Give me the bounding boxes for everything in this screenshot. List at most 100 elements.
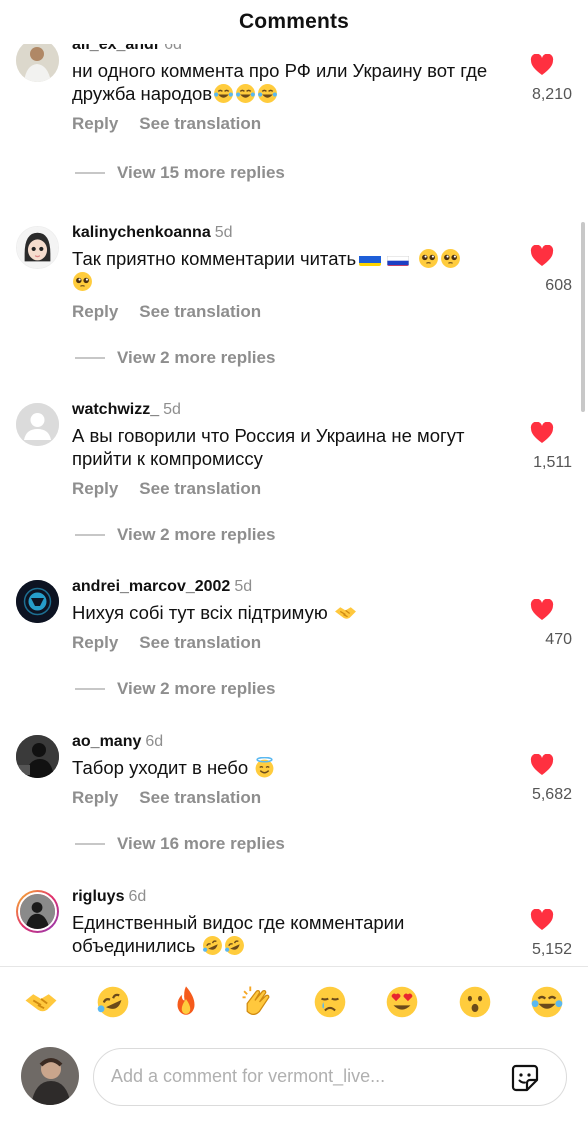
comment-text: Табор уходит в небо bbox=[72, 756, 512, 779]
replies-divider-line bbox=[75, 688, 105, 690]
reply-button[interactable]: Reply bbox=[72, 302, 118, 322]
comment-age: 5d bbox=[214, 224, 233, 241]
like-count: 5,152 bbox=[531, 941, 572, 958]
comment-meta: all_ex_andr 6d bbox=[72, 44, 512, 54]
pleading-face-emoji-icon bbox=[72, 271, 93, 292]
crying-icon[interactable] bbox=[311, 983, 349, 1021]
like-button[interactable]: 1,511 bbox=[512, 422, 572, 472]
avatar[interactable] bbox=[16, 890, 59, 933]
comment-text-content: Так приятно комментарии читать bbox=[72, 248, 357, 269]
like-button[interactable]: 5,152 bbox=[512, 909, 572, 959]
like-button[interactable]: 470 bbox=[512, 599, 572, 649]
comment-input-container[interactable] bbox=[93, 1048, 567, 1106]
heart-icon bbox=[530, 245, 554, 266]
heart-icon bbox=[530, 54, 554, 75]
heart-icon bbox=[530, 754, 554, 775]
comment-text-content: ни одного коммента про РФ или Украину во… bbox=[72, 60, 488, 104]
like-button[interactable]: 608 bbox=[512, 245, 572, 295]
avatar[interactable] bbox=[16, 44, 59, 82]
view-more-replies[interactable]: View 15 more replies bbox=[75, 163, 285, 183]
like-count: 8,210 bbox=[531, 86, 572, 103]
view-more-replies-label: View 16 more replies bbox=[117, 834, 285, 853]
see-translation-button[interactable]: See translation bbox=[139, 302, 261, 322]
comment-text-content: Нихуя собі тут всіх підтримую bbox=[72, 602, 328, 623]
clapping-icon[interactable] bbox=[239, 983, 277, 1021]
replies-divider-line bbox=[75, 357, 105, 359]
comments-list[interactable]: all_ex_andr 6d ни одного коммента про РФ … bbox=[0, 44, 588, 966]
fire-icon[interactable] bbox=[167, 983, 205, 1021]
comment-text: Так приятно комментарии читать bbox=[72, 247, 512, 293]
reply-button[interactable]: Reply bbox=[72, 479, 118, 499]
view-more-replies[interactable]: View 2 more replies bbox=[75, 679, 275, 699]
comment-text: Единственный видос где комментарии объед… bbox=[72, 911, 512, 957]
comment-age: 6d bbox=[128, 888, 147, 905]
comment-age: 6d bbox=[145, 733, 164, 750]
russia-flag-icon bbox=[387, 252, 410, 266]
laughing-tears-icon[interactable] bbox=[528, 983, 566, 1021]
comment-age: 5d bbox=[234, 578, 253, 595]
like-count: 470 bbox=[545, 631, 572, 648]
page-title: Comments bbox=[238, 10, 350, 33]
handshake-icon[interactable] bbox=[22, 983, 60, 1021]
heart-icon bbox=[530, 422, 554, 443]
view-more-replies-label: View 2 more replies bbox=[117, 679, 276, 698]
quick-reactions-bar bbox=[0, 983, 588, 1029]
comment-text-content: Табор уходит в небо bbox=[72, 757, 249, 778]
avatar[interactable] bbox=[16, 580, 59, 623]
laughing-tears-emoji-icon bbox=[213, 83, 234, 104]
comment-username[interactable]: all_ex_andr bbox=[72, 44, 160, 53]
sticker-icon[interactable] bbox=[510, 1063, 540, 1093]
like-count: 608 bbox=[545, 277, 572, 294]
see-translation-button[interactable]: See translation bbox=[139, 114, 261, 134]
ukraine-flag-icon bbox=[359, 252, 382, 266]
rofl-emoji-icon bbox=[224, 935, 245, 956]
view-more-replies[interactable]: View 16 more replies bbox=[75, 834, 285, 854]
laughing-tears-emoji-icon bbox=[257, 83, 278, 104]
see-translation-button[interactable]: See translation bbox=[139, 633, 261, 653]
replies-divider-line bbox=[75, 843, 105, 845]
reply-button[interactable]: Reply bbox=[72, 788, 118, 808]
reactions-divider bbox=[0, 966, 588, 967]
pleading-face-emoji-icon bbox=[418, 248, 439, 269]
comment-username[interactable]: watchwizz_ bbox=[72, 401, 159, 418]
like-button[interactable]: 5,682 bbox=[512, 754, 572, 804]
like-count: 5,682 bbox=[531, 786, 572, 803]
like-button[interactable]: 8,210 bbox=[512, 54, 572, 104]
replies-divider-line bbox=[75, 534, 105, 536]
comment-username[interactable]: rigluys bbox=[72, 888, 124, 905]
comment-text: А вы говорили что Россия и Украина не мо… bbox=[72, 425, 465, 469]
comment-username[interactable]: andrei_marcov_2002 bbox=[72, 578, 230, 595]
comment-composer bbox=[0, 1045, 588, 1115]
avatar[interactable] bbox=[16, 226, 59, 269]
comment-age: 5d bbox=[163, 401, 181, 418]
surprised-icon[interactable] bbox=[456, 983, 494, 1021]
comments-header: Comments bbox=[0, 0, 588, 44]
see-translation-button[interactable]: See translation bbox=[139, 479, 261, 499]
comment-username[interactable]: kalinychenkoanna bbox=[72, 224, 211, 241]
view-more-replies[interactable]: View 2 more replies bbox=[75, 525, 275, 545]
view-more-replies-label: View 2 more replies bbox=[117, 348, 276, 367]
replies-divider-line bbox=[75, 172, 105, 174]
pleading-face-emoji-icon bbox=[440, 248, 461, 269]
reply-button[interactable]: Reply bbox=[72, 633, 118, 653]
comment-input[interactable] bbox=[111, 1049, 501, 1104]
comment-text: Нихуя собі тут всіх підтримую bbox=[72, 601, 512, 624]
view-more-replies-label: View 15 more replies bbox=[117, 163, 285, 182]
view-more-replies[interactable]: View 2 more replies bbox=[75, 348, 275, 368]
see-translation-button[interactable]: See translation bbox=[139, 788, 261, 808]
like-count: 1,511 bbox=[533, 454, 572, 471]
laughing-tears-emoji-icon bbox=[235, 83, 256, 104]
avatar[interactable] bbox=[16, 403, 59, 446]
reply-button[interactable]: Reply bbox=[72, 114, 118, 134]
scrollbar[interactable] bbox=[581, 222, 585, 412]
avatar[interactable] bbox=[16, 735, 59, 778]
view-more-replies-label: View 2 more replies bbox=[117, 525, 276, 544]
heart-eyes-icon[interactable] bbox=[383, 983, 421, 1021]
current-user-avatar bbox=[21, 1047, 79, 1105]
comment-age: 6d bbox=[164, 44, 182, 53]
handshake-emoji-icon bbox=[334, 602, 356, 623]
rofl-icon[interactable] bbox=[94, 983, 132, 1021]
comment-username[interactable]: ao_many bbox=[72, 733, 141, 750]
rofl-emoji-icon bbox=[202, 935, 223, 956]
halo-smile-emoji-icon bbox=[254, 756, 275, 778]
